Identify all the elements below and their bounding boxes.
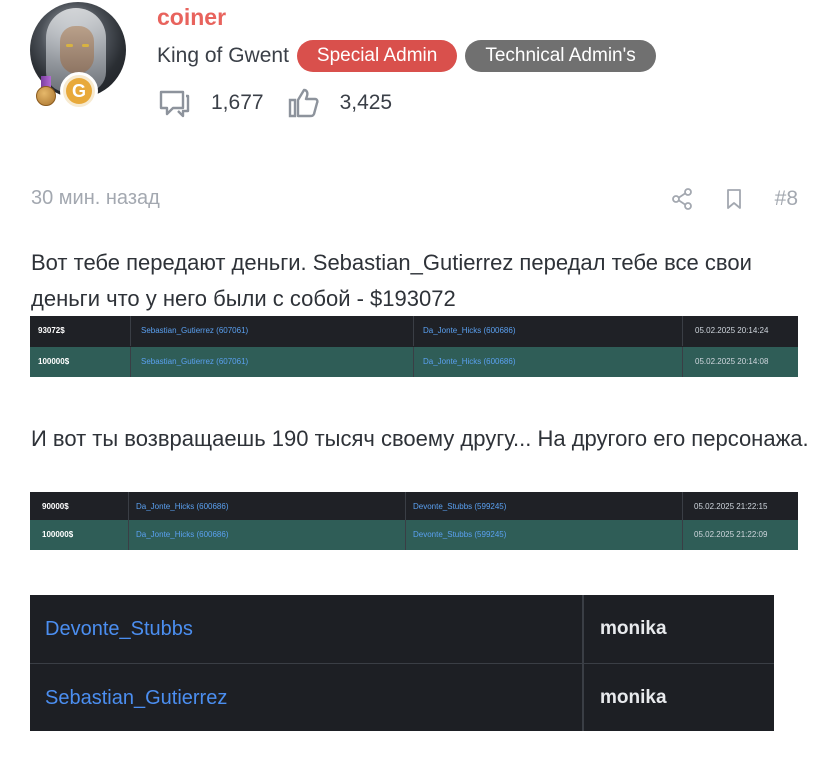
txn-to-link[interactable]: Da_Jonte_Hicks (600686): [423, 316, 516, 346]
avatar-eye: [82, 44, 89, 47]
post-text-1: Вот тебе передают деньги. Sebastian_Guti…: [31, 250, 752, 311]
table-row: 93072$ Sebastian_Gutierrez (607061) Da_J…: [30, 316, 798, 346]
table-row: 90000$ Da_Jonte_Hicks (600686) Devonte_S…: [30, 492, 798, 522]
special-admin-badge: Special Admin: [296, 40, 458, 72]
divider: [130, 316, 131, 346]
bookmark-icon[interactable]: [723, 186, 745, 212]
txn-from-link[interactable]: Da_Jonte_Hicks (600686): [136, 520, 229, 550]
accounts-table: Devonte_Stubbs monika Sebastian_Gutierre…: [30, 595, 774, 731]
txn-to-link[interactable]: Devonte_Stubbs (599245): [413, 520, 506, 550]
divider: [413, 316, 414, 346]
txn-date: 05.02.2025 20:14:24: [695, 326, 769, 335]
share-icon[interactable]: [671, 186, 693, 212]
post-actions: #8: [641, 186, 798, 212]
account-name-link[interactable]: Sebastian_Gutierrez: [45, 664, 227, 732]
user-avatar-block[interactable]: G: [30, 2, 126, 110]
reactions-count: 3,425: [339, 91, 393, 114]
avatar-face: [60, 26, 94, 74]
post-text-2: И вот ты возвращаешь 190 тысяч своему др…: [31, 426, 809, 451]
account-name-link[interactable]: Devonte_Stubbs: [45, 595, 193, 663]
divider: [682, 316, 683, 346]
txn-amount: 100000$: [42, 530, 74, 539]
table-row: Devonte_Stubbs monika: [30, 595, 774, 663]
post-number-link[interactable]: #8: [775, 187, 798, 211]
column-divider: [582, 595, 584, 731]
txn-date: 05.02.2025 20:14:08: [695, 357, 769, 366]
txn-from-link[interactable]: Da_Jonte_Hicks (600686): [136, 492, 229, 522]
table-row: 100000$ Da_Jonte_Hicks (600686) Devonte_…: [30, 520, 798, 550]
medal-coin: [36, 86, 56, 106]
txn-date: 05.02.2025 21:22:15: [694, 502, 768, 511]
user-title-line: King of Gwent Special Admin Technical Ad…: [157, 40, 664, 72]
divider: [405, 492, 406, 522]
transaction-table-1: 93072$ Sebastian_Gutierrez (607061) Da_J…: [30, 316, 798, 377]
txn-from-link[interactable]: Sebastian_Gutierrez (607061): [141, 316, 248, 346]
txn-amount: 100000$: [38, 357, 70, 366]
thumbs-up-icon: [288, 88, 319, 118]
divider: [682, 347, 683, 377]
txn-amount: 90000$: [42, 502, 69, 511]
transaction-table-2: 90000$ Da_Jonte_Hicks (600686) Devonte_S…: [30, 492, 798, 550]
gwent-badge-icon: G: [60, 72, 98, 110]
medal-icon: [36, 76, 56, 106]
txn-amount: 93072$: [38, 326, 65, 335]
gwent-badge-letter: G: [66, 78, 92, 104]
divider: [413, 347, 414, 377]
divider: [682, 492, 683, 522]
avatar-eye: [66, 44, 73, 47]
divider: [130, 347, 131, 377]
table-row: Sebastian_Gutierrez monika: [30, 663, 774, 731]
divider: [682, 520, 683, 550]
account-owner: monika: [600, 687, 667, 708]
divider: [128, 520, 129, 550]
post-time[interactable]: 30 мин. назад: [31, 187, 160, 210]
table-row: 100000$ Sebastian_Gutierrez (607061) Da_…: [30, 347, 798, 377]
txn-date: 05.02.2025 21:22:09: [694, 530, 768, 539]
username[interactable]: coiner: [157, 4, 226, 31]
technical-admin-badge: Technical Admin's: [465, 40, 656, 72]
messages-icon: [159, 90, 190, 118]
account-owner: monika: [600, 618, 667, 639]
messages-count: 1,677: [211, 91, 264, 114]
divider: [128, 492, 129, 522]
txn-from-link[interactable]: Sebastian_Gutierrez (607061): [141, 347, 248, 377]
divider: [405, 520, 406, 550]
txn-to-link[interactable]: Da_Jonte_Hicks (600686): [423, 347, 516, 377]
user-title: King of Gwent: [157, 44, 289, 67]
user-stats: 1,677 3,425: [157, 86, 414, 120]
txn-to-link[interactable]: Devonte_Stubbs (599245): [413, 492, 506, 522]
